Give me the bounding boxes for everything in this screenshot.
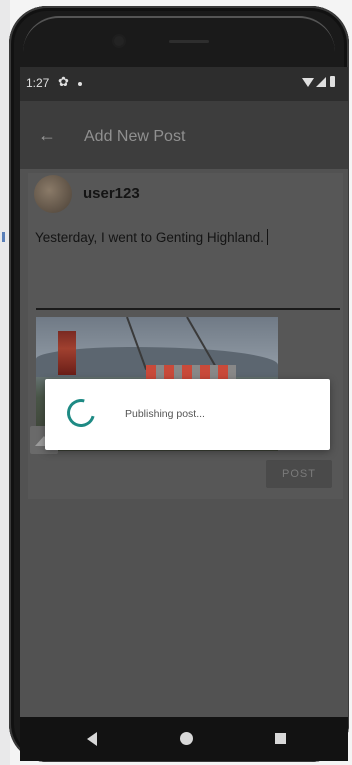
- text-cursor: [266, 229, 268, 245]
- page-title: Add New Post: [84, 128, 186, 145]
- earpiece-speaker: [169, 40, 209, 43]
- signal-icon: [316, 77, 326, 87]
- dialog-message: Publishing post...: [125, 408, 205, 420]
- loading-spinner-icon: [61, 393, 101, 433]
- post-text-input[interactable]: Yesterday, I went to Genting Highland.: [35, 229, 268, 245]
- image-pagoda: [58, 331, 76, 375]
- username: user123: [83, 185, 140, 202]
- wifi-icon: [302, 78, 314, 87]
- new-post-card: user123 Yesterday, I went to Genting Hig…: [28, 173, 343, 499]
- nav-recents-icon[interactable]: [275, 733, 286, 744]
- notification-dot-icon: [78, 82, 82, 86]
- device-screen: 1:27 ✿ ← Add New Post user123 Yesterday,…: [20, 67, 348, 717]
- post-text-value: Yesterday, I went to Genting Highland.: [35, 230, 264, 245]
- nav-back-icon[interactable]: [87, 732, 97, 746]
- app-bar: ← Add New Post: [20, 101, 348, 169]
- post-button[interactable]: POST: [266, 460, 332, 488]
- nav-home-icon[interactable]: [180, 732, 193, 745]
- battery-icon: [330, 76, 335, 87]
- blue-marker: [2, 232, 5, 242]
- input-underline: [36, 308, 340, 310]
- publishing-dialog: Publishing post...: [45, 379, 330, 450]
- settings-icon: ✿: [58, 74, 69, 89]
- status-bar: 1:27 ✿: [20, 67, 348, 101]
- system-navigation-bar: [20, 717, 348, 761]
- avatar: [34, 175, 72, 213]
- status-indicators: [302, 76, 342, 90]
- status-time: 1:27: [26, 76, 50, 90]
- back-arrow-icon[interactable]: ←: [38, 125, 56, 146]
- front-camera-icon: [114, 36, 124, 46]
- image-cable-cars: [146, 365, 236, 379]
